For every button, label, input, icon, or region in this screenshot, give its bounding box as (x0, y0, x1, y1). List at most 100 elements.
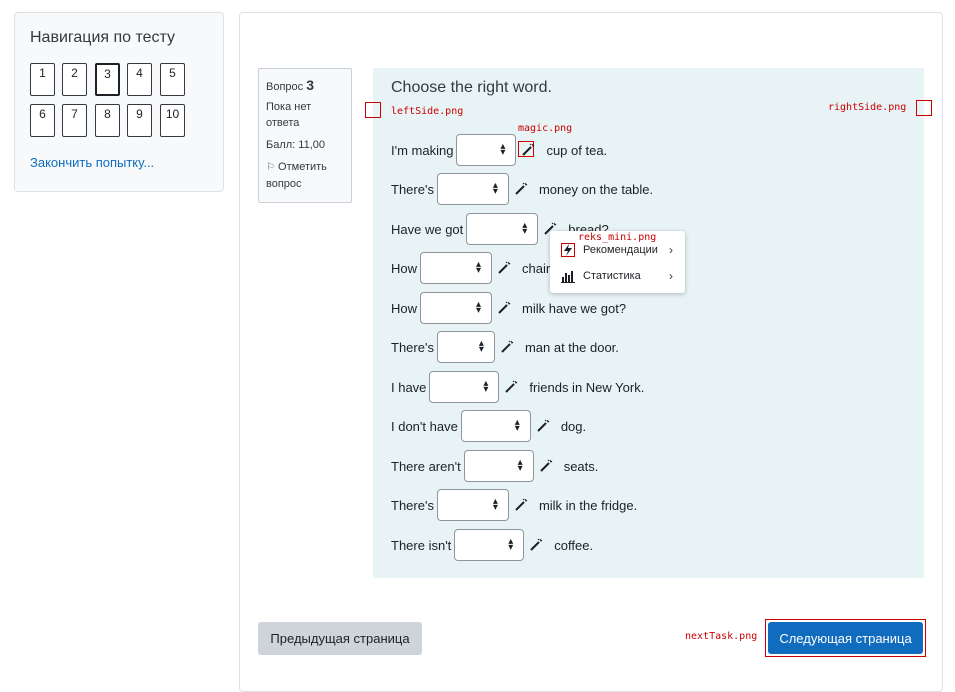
quiz-navigation-block: Навигация по тесту 1 2 3 4 5 6 7 8 9 10 … (14, 12, 224, 192)
magic-wand-icon[interactable] (529, 538, 543, 552)
question-nav-button-6[interactable]: 6 (30, 104, 55, 137)
flag-line-1: Отметить (278, 161, 327, 173)
select-arrows-icon: ▴ ▾ (508, 536, 514, 553)
select-arrows-icon: ▴ ▾ (522, 220, 528, 237)
select-arrows-icon: ▴ ▾ (478, 338, 484, 355)
question-label: Вопрос (266, 81, 304, 93)
next-page-button[interactable]: Следующая страница (768, 622, 923, 654)
answer-select[interactable]: ▴ ▾ (460, 410, 531, 442)
row-text-before: How (391, 260, 418, 276)
previous-page-button[interactable]: Предыдущая страница (258, 622, 422, 655)
left-side-label: leftSide.png (391, 106, 464, 117)
magic-wand-icon[interactable] (514, 182, 528, 196)
row-text-after: milk have we got? (522, 300, 627, 316)
sentence-row-7: I have ▴ ▾ friends in New York. (391, 370, 644, 404)
reks-mini-label: reks_mini.png (578, 232, 657, 243)
question-nav-button-8[interactable]: 8 (95, 104, 120, 137)
row-text-after: man at the door. (524, 339, 619, 355)
magic-wand-icon[interactable] (521, 143, 535, 157)
row-text-before: I'm making (391, 142, 454, 158)
sentence-row-2: There's ▴ ▾ money on the table. (391, 172, 653, 206)
select-arrows-icon: ▴ ▾ (514, 417, 520, 434)
row-text-before: I don't have (391, 418, 458, 434)
row-text-before: There's (391, 339, 434, 355)
magic-wand-icon[interactable] (497, 261, 511, 275)
answer-select[interactable]: ▴ ▾ (436, 331, 495, 363)
question-nav-button-9[interactable]: 9 (127, 104, 152, 137)
row-text-after: cup of tea. (546, 142, 608, 158)
select-arrows-icon: ▴ ▾ (475, 259, 482, 276)
sentence-row-10: There's ▴ ▾ milk in the fridge. (391, 488, 637, 522)
magic-wand-icon[interactable] (504, 380, 518, 394)
answer-select[interactable]: ▴ ▾ (420, 292, 493, 324)
popup-item-statistics[interactable]: Статистика › (550, 262, 685, 290)
row-text-before: There isn't (391, 537, 452, 553)
magic-wand-icon[interactable] (536, 419, 550, 433)
row-text-before: How (391, 300, 418, 316)
answer-select[interactable]: ▴ ▾ (454, 529, 525, 561)
select-arrows-icon: ▴ ▾ (517, 457, 523, 474)
right-side-marker (916, 100, 932, 116)
question-text: Choose the right word. (391, 79, 552, 96)
row-text-before: I have (391, 379, 427, 395)
question-info-panel: Вопрос 3 Пока нет ответа Балл: 11,00 ⚐ О… (258, 68, 352, 203)
select-arrows-icon: ▴ ▾ (483, 378, 489, 395)
row-text-before: There's (391, 497, 434, 513)
row-text-before: There aren't (391, 458, 461, 474)
left-side-marker (365, 102, 381, 118)
sentence-row-4: How ▴ ▾ chairs (391, 251, 557, 285)
row-text-after: seats. (563, 458, 599, 474)
select-arrows-icon: ▴ ▾ (492, 496, 498, 513)
sentence-row-1: I'm making ▴ ▾ cup of tea. (391, 133, 607, 167)
question-score: Балл: 11,00 (266, 139, 325, 151)
row-text-after: money on the table. (538, 181, 654, 197)
answer-select[interactable]: ▴ ▾ (463, 450, 534, 482)
next-task-label: nextTask.png (685, 631, 758, 642)
flag-line-2: вопрос (266, 178, 302, 190)
lightning-icon (561, 243, 575, 257)
question-nav-button-7[interactable]: 7 (62, 104, 87, 137)
select-arrows-icon: ▴ ▾ (475, 299, 482, 316)
popup-item-label: Статистика (583, 270, 641, 282)
row-text-before: There's (391, 181, 434, 197)
sentence-row-5: How ▴ ▾ milk have we got? (391, 291, 626, 325)
magic-wand-icon[interactable] (497, 301, 511, 315)
row-text-after: milk in the fridge. (538, 497, 638, 513)
select-arrows-icon: ▴ ▾ (492, 180, 498, 197)
chevron-right-icon: › (669, 269, 673, 283)
bar-chart-icon (561, 269, 575, 283)
answer-select[interactable]: ▴ ▾ (429, 371, 500, 403)
finish-attempt-link[interactable]: Закончить попытку... (30, 155, 154, 170)
question-nav-button-4[interactable]: 4 (127, 63, 152, 96)
question-status: Пока нет ответа (266, 99, 344, 131)
answer-select[interactable]: ▴ ▾ (466, 213, 539, 245)
question-nav-button-1[interactable]: 1 (30, 63, 55, 96)
magic-wand-icon[interactable] (500, 340, 514, 354)
sentence-row-8: I don't have ▴ ▾ dog. (391, 409, 586, 443)
question-nav-button-5[interactable]: 5 (160, 63, 185, 96)
magic-wand-icon[interactable] (514, 498, 528, 512)
answer-select[interactable]: ▴ ▾ (436, 173, 509, 205)
answer-select[interactable]: ▴ ▾ (456, 134, 517, 166)
row-text-before: Have we got (391, 221, 464, 237)
status-line-1: Пока нет (266, 101, 312, 113)
flag-icon: ⚐ (266, 162, 275, 173)
question-number: 3 (306, 77, 315, 93)
sentence-row-11: There isn't ▴ ▾ coffee. (391, 528, 593, 562)
popup-item-label: Рекомендации (583, 244, 658, 256)
answer-select[interactable]: ▴ ▾ (436, 489, 509, 521)
question-nav-button-3[interactable]: 3 (95, 63, 120, 96)
sentence-row-6: There's ▴ ▾ man at the door. (391, 330, 619, 364)
status-line-2: ответа (266, 117, 300, 129)
right-side-label: rightSide.png (828, 102, 907, 113)
chevron-right-icon: › (669, 243, 673, 257)
row-text-after: dog. (560, 418, 587, 434)
row-text-after: coffee. (554, 537, 594, 553)
answer-select[interactable]: ▴ ▾ (420, 252, 493, 284)
question-nav-button-10[interactable]: 10 (160, 104, 185, 137)
magic-wand-icon[interactable] (539, 459, 553, 473)
row-text-after: friends in New York. (529, 379, 645, 395)
quiz-navigation-title: Навигация по тесту (30, 29, 176, 46)
flag-question-link[interactable]: ⚐ Отметить вопрос (266, 159, 344, 192)
question-nav-button-2[interactable]: 2 (62, 63, 87, 96)
